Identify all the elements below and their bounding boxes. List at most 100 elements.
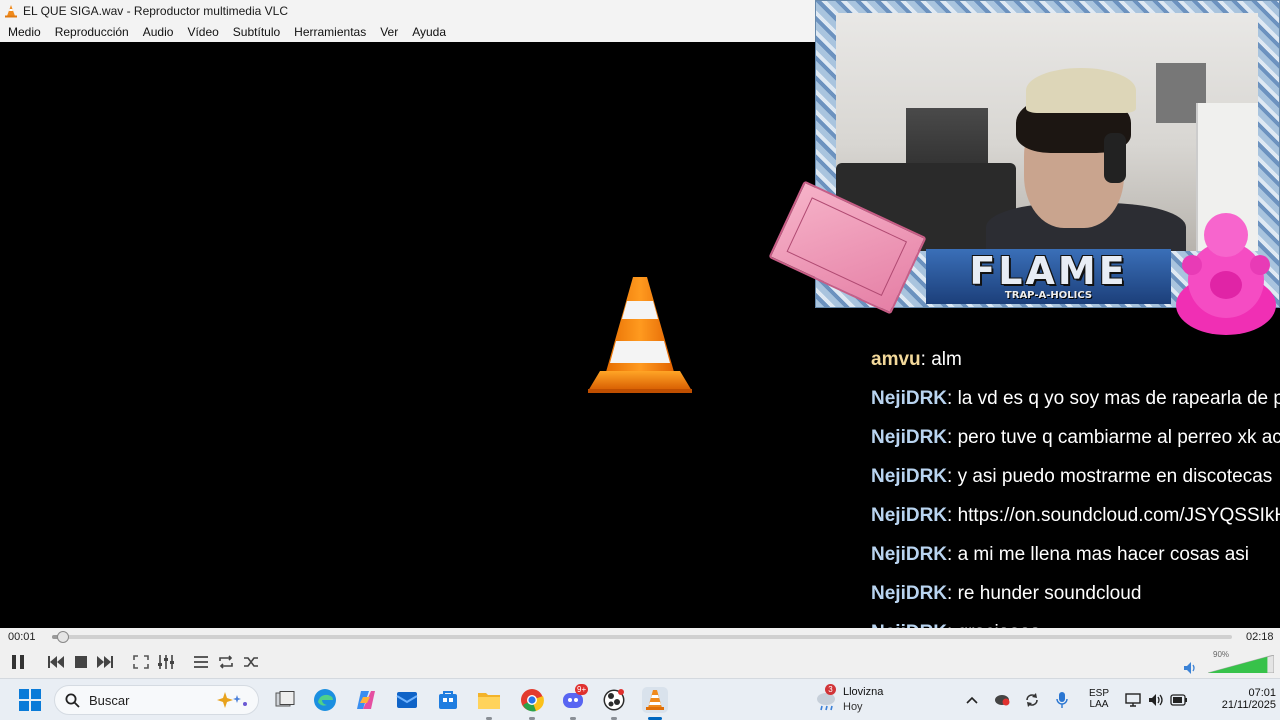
weather-badge: 3 <box>825 684 836 695</box>
banner-subtitle: TRAP-A-HOLICS <box>1004 290 1093 301</box>
menu-bar: Medio Reproducción Audio Vídeo Subtítulo… <box>0 22 815 42</box>
buddha-sticker <box>1176 213 1276 335</box>
fullscreen-button[interactable] <box>130 650 152 674</box>
chat-message: NejiDRK: https://on.soundcloud.com/JSYQS… <box>871 496 1280 535</box>
stop-button[interactable] <box>70 650 92 674</box>
windows-icon <box>19 689 41 711</box>
weather-widget[interactable]: 3 Llovizna Hoy <box>812 684 902 716</box>
chat-username: NejiDRK <box>871 505 948 526</box>
window-title-bar: EL QUE SIGA.wav - Reproductor multimedia… <box>0 0 815 22</box>
menu-media[interactable]: Medio <box>0 22 48 42</box>
copilot-button[interactable] <box>353 687 379 713</box>
playlist-button[interactable] <box>190 650 212 674</box>
chevron-up-icon <box>966 696 978 704</box>
extended-settings-icon <box>158 655 174 669</box>
obs-icon <box>603 689 625 711</box>
pause-button[interactable] <box>6 650 30 674</box>
chat-separator: : <box>947 583 958 604</box>
file-explorer-button[interactable] <box>476 687 502 713</box>
store-button[interactable] <box>435 687 461 713</box>
sync-icon <box>1026 693 1038 707</box>
chat-text: la vd es q yo soy mas de rapearla de p <box>957 388 1280 409</box>
language-top: ESP <box>1088 688 1109 699</box>
copilot-icon <box>357 691 375 709</box>
copilot-sparkle-icon <box>217 692 247 708</box>
task-view-icon <box>275 691 295 707</box>
volume-slider[interactable] <box>1208 655 1274 673</box>
edge-button[interactable] <box>312 687 338 713</box>
tray-microphone-button[interactable] <box>1051 687 1073 713</box>
discord-button[interactable]: 9+ <box>560 684 589 713</box>
task-view-button[interactable] <box>272 687 298 713</box>
menu-audio[interactable]: Audio <box>136 22 181 42</box>
vlc-taskbar-button[interactable] <box>642 687 668 713</box>
banner-title: FLAME <box>969 249 1128 293</box>
show-hidden-icons-button[interactable] <box>960 687 984 713</box>
speaker-icon <box>1149 694 1163 706</box>
start-button[interactable] <box>17 687 43 713</box>
tray-battery-button[interactable] <box>1168 687 1190 713</box>
microphone-icon <box>1056 692 1068 708</box>
seek-knob[interactable] <box>57 631 70 643</box>
fullscreen-icon <box>133 655 149 669</box>
chat-text: re hunder soundcloud <box>957 583 1142 604</box>
chat-username: amvu <box>871 349 921 370</box>
tray-record-icon-button[interactable] <box>991 687 1013 713</box>
shuffle-icon <box>244 657 258 667</box>
obs-button[interactable] <box>601 687 627 713</box>
store-icon <box>439 691 457 709</box>
menu-subtitle[interactable]: Subtítulo <box>226 22 287 42</box>
clock[interactable]: 07:01 21/11/2025 <box>1196 687 1276 711</box>
chat-username: NejiDRK <box>871 466 948 487</box>
tray-volume-button[interactable] <box>1145 687 1167 713</box>
pause-icon <box>12 655 24 669</box>
taskbar-search[interactable]: Buscar <box>54 685 259 715</box>
chat-text: a mi me llena mas hacer cosas asi <box>957 544 1250 565</box>
language-indicator[interactable]: ESP LAA <box>1086 688 1112 710</box>
playlist-icon <box>194 656 208 668</box>
security-icon <box>995 695 1010 706</box>
outlook-button[interactable] <box>394 687 420 713</box>
chat-text: alm <box>931 349 962 370</box>
menu-playback[interactable]: Reproducción <box>48 22 136 42</box>
folder-icon <box>478 693 500 709</box>
chat-overlay: amvu: alm NejiDRK: la vd es q yo soy mas … <box>871 340 1280 640</box>
chrome-button[interactable] <box>519 687 545 713</box>
menu-tools[interactable]: Herramientas <box>287 22 373 42</box>
loop-button[interactable] <box>215 650 237 674</box>
menu-video[interactable]: Vídeo <box>180 22 225 42</box>
language-bottom: LAA <box>1089 699 1109 710</box>
chat-username: NejiDRK <box>871 388 948 409</box>
extended-settings-button[interactable] <box>155 650 177 674</box>
streamer-cap <box>1026 68 1136 113</box>
previous-icon <box>48 656 64 668</box>
seek-bar: 00:01 02:18 <box>0 628 1280 646</box>
chat-message: NejiDRK: y asi puedo mostrarme en discot… <box>871 457 1280 496</box>
outlook-icon <box>396 692 418 708</box>
vlc-logo-icon <box>5 5 17 18</box>
search-icon <box>65 693 80 708</box>
next-icon <box>97 656 113 668</box>
tray-network-button[interactable] <box>1122 687 1144 713</box>
weather-condition: Llovizna <box>843 686 884 698</box>
shuffle-button[interactable] <box>240 650 262 674</box>
chat-message: NejiDRK: pero tuve q cambiarme al perreo… <box>871 418 1280 457</box>
chat-message: NejiDRK: la vd es q yo soy mas de rapear… <box>871 379 1280 418</box>
battery-icon <box>1170 694 1187 706</box>
taskbar: Buscar 9+ 3 Llovizna Hoy ESP LAA 07:01 2… <box>0 678 1280 720</box>
menu-help[interactable]: Ayuda <box>405 22 453 42</box>
total-time: 02:18 <box>1246 631 1274 643</box>
menu-view[interactable]: Ver <box>373 22 405 42</box>
previous-button[interactable] <box>45 650 67 674</box>
mute-button[interactable] <box>1180 656 1202 680</box>
next-button[interactable] <box>94 650 116 674</box>
elapsed-time: 00:01 <box>8 631 36 643</box>
headphone <box>1104 133 1126 183</box>
seek-track[interactable] <box>52 635 1232 639</box>
chat-username: NejiDRK <box>871 427 948 448</box>
edge-icon <box>314 689 336 711</box>
chat-text: pero tuve q cambiarme al perreo xk ac <box>957 427 1280 448</box>
chat-message: amvu: alm <box>871 340 1280 379</box>
chrome-icon <box>521 689 544 712</box>
tray-sync-button[interactable] <box>1021 687 1043 713</box>
